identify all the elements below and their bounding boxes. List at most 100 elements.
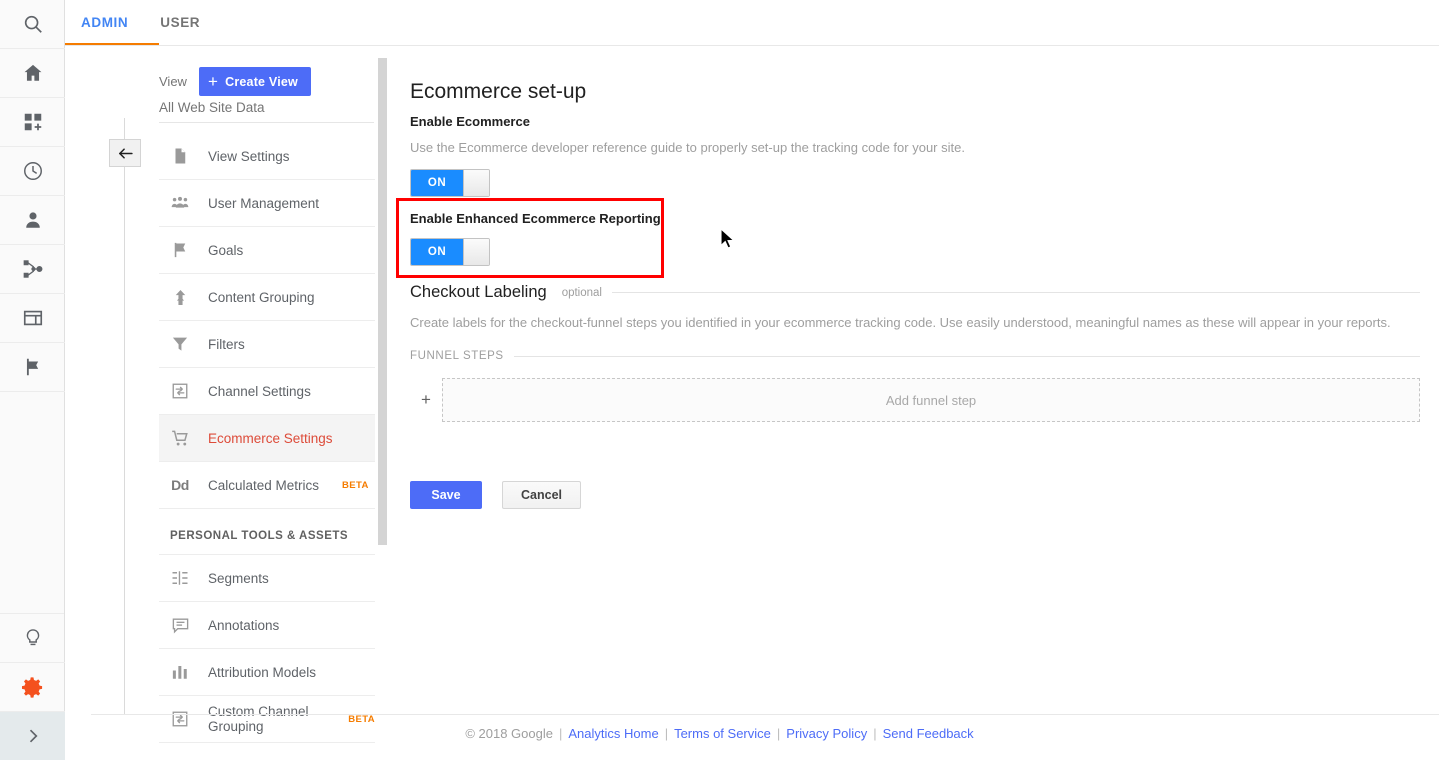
menu-item-label: View Settings: [208, 148, 290, 164]
dd-icon: Dd: [171, 477, 189, 493]
menu-item-view-settings[interactable]: View Settings: [159, 133, 375, 180]
view-selector-row: View + Create View: [159, 67, 311, 96]
footer-divider: [91, 714, 1439, 715]
menu-item-ecommerce-settings[interactable]: Ecommerce Settings: [159, 415, 375, 462]
add-funnel-step-label: Add funnel step: [885, 392, 977, 408]
channel-settings-icon: [170, 381, 190, 401]
plus-icon[interactable]: +: [410, 390, 442, 410]
checkout-labeling-title: Checkout Labeling: [410, 283, 547, 301]
beta-badge: BETA: [348, 713, 375, 725]
menu-item-label: User Management: [208, 195, 320, 211]
save-button[interactable]: Save: [410, 481, 482, 509]
menu-item-label: Calculated Metrics: [208, 477, 320, 493]
menu-item-annotations[interactable]: Annotations: [159, 602, 375, 649]
content-grouping-icon: [170, 287, 190, 307]
copyright-text: © 2018 Google: [465, 726, 553, 741]
funnel-steps-header: FUNNEL STEPS: [410, 350, 1420, 362]
toggle-on-label: ON: [411, 239, 463, 265]
home-icon[interactable]: [0, 49, 65, 98]
flag-icon: [170, 240, 190, 260]
footer-separator: |: [776, 726, 781, 741]
footer-separator: |: [558, 726, 563, 741]
section-header-label: PERSONAL TOOLS & ASSETS: [170, 529, 349, 542]
menu-item-label: Annotations: [208, 617, 280, 633]
funnel-rule: [513, 355, 1420, 357]
discover-bulb-icon[interactable]: [0, 614, 65, 663]
footer-link-privacy-policy[interactable]: Privacy Policy: [786, 726, 867, 741]
toggle-knob: [463, 170, 489, 196]
document-icon: [170, 146, 190, 166]
section-header-personal-tools: PERSONAL TOOLS & ASSETS: [159, 517, 375, 555]
footer-separator: |: [873, 726, 877, 741]
add-funnel-step-row: + Add funnel step: [410, 378, 1420, 422]
menu-item-user-management[interactable]: User Management: [159, 180, 375, 227]
checkout-labeling-description: Create labels for the checkout-funnel st…: [410, 315, 1391, 330]
page-footer: © 2018 Google | Analytics Home | Terms o…: [0, 726, 1439, 741]
footer-link-send-feedback[interactable]: Send Feedback: [883, 726, 974, 741]
tabbar-bottom-border: [65, 45, 1439, 46]
back-arrow-icon[interactable]: [109, 139, 141, 167]
plus-icon: +: [207, 72, 219, 91]
enable-ecommerce-label: Enable Ecommerce: [410, 114, 530, 129]
menu-scrollbar[interactable]: [378, 58, 387, 545]
menu-item-label: Filters: [208, 336, 245, 352]
top-tabbar: ADMIN USER: [65, 0, 1439, 45]
footer-link-terms-of-service[interactable]: Terms of Service: [674, 726, 771, 741]
cancel-label: Cancel: [521, 488, 562, 502]
funnel-steps-label: FUNNEL STEPS: [410, 350, 504, 362]
acquisition-share-icon[interactable]: [0, 245, 65, 294]
tab-user[interactable]: USER: [144, 0, 216, 45]
save-label: Save: [431, 488, 461, 502]
beta-badge: BETA: [342, 479, 369, 491]
behavior-window-icon[interactable]: [0, 294, 65, 343]
segments-icon: [170, 568, 190, 588]
panel-vertical-divider: [124, 118, 125, 714]
funnel-filter-icon: [170, 334, 190, 354]
view-name-divider: [159, 122, 374, 123]
menu-item-content-grouping[interactable]: Content Grouping: [159, 274, 375, 321]
footer-separator: |: [664, 726, 669, 741]
audience-person-icon[interactable]: [0, 196, 65, 245]
menu-item-label: Content Grouping: [208, 289, 315, 305]
enhanced-ecommerce-block: Enable Enhanced Ecommerce Reporting ON: [410, 211, 661, 266]
menu-item-label: Segments: [208, 570, 269, 586]
customization-icon[interactable]: [0, 98, 65, 147]
realtime-clock-icon[interactable]: [0, 147, 65, 196]
menu-item-attribution-models[interactable]: Attribution Models: [159, 649, 375, 696]
enable-ecommerce-toggle[interactable]: ON: [410, 169, 490, 197]
attribution-bars-icon: [170, 662, 190, 682]
enhanced-ecommerce-toggle[interactable]: ON: [410, 238, 490, 266]
left-icon-rail: [0, 0, 65, 760]
menu-item-label: Attribution Models: [208, 664, 317, 680]
admin-menu-list: View Settings User Management Goals Cont…: [159, 133, 375, 743]
menu-item-goals[interactable]: Goals: [159, 227, 375, 274]
google-analytics-admin-page: ADMIN USER View + Create View All Web Si…: [0, 0, 1439, 760]
toggle-knob: [463, 239, 489, 265]
create-view-button[interactable]: + Create View: [198, 67, 311, 96]
checkout-labeling-header: Checkout Labeling optional: [410, 283, 1420, 302]
selected-view-name: All Web Site Data: [159, 100, 265, 115]
conversions-flag-icon[interactable]: [0, 343, 65, 392]
cancel-button[interactable]: Cancel: [502, 481, 581, 509]
toggle-on-label: ON: [411, 170, 463, 196]
menu-item-label: Goals: [208, 242, 244, 258]
menu-item-filters[interactable]: Filters: [159, 321, 375, 368]
footer-link-analytics-home[interactable]: Analytics Home: [568, 726, 658, 741]
mouse-cursor: [720, 227, 737, 256]
people-icon: [170, 193, 190, 213]
menu-item-label: Ecommerce Settings: [208, 430, 333, 446]
page-title: Ecommerce set-up: [410, 80, 587, 103]
checkout-labeling-optional: optional: [561, 286, 602, 299]
menu-item-segments[interactable]: Segments: [159, 555, 375, 602]
search-icon[interactable]: [0, 0, 65, 49]
menu-item-calculated-metrics[interactable]: Dd Calculated Metrics BETA: [159, 462, 375, 509]
tab-admin[interactable]: ADMIN: [65, 0, 144, 45]
enhanced-ecommerce-label: Enable Enhanced Ecommerce Reporting: [410, 211, 661, 226]
form-action-buttons: Save Cancel: [410, 481, 581, 509]
admin-gear-icon[interactable]: [0, 663, 65, 712]
add-funnel-step-button[interactable]: Add funnel step: [442, 378, 1420, 422]
view-label: View: [159, 74, 187, 89]
header-rule: [611, 292, 1420, 293]
menu-item-channel-settings[interactable]: Channel Settings: [159, 368, 375, 415]
shopping-cart-icon: [170, 428, 190, 448]
